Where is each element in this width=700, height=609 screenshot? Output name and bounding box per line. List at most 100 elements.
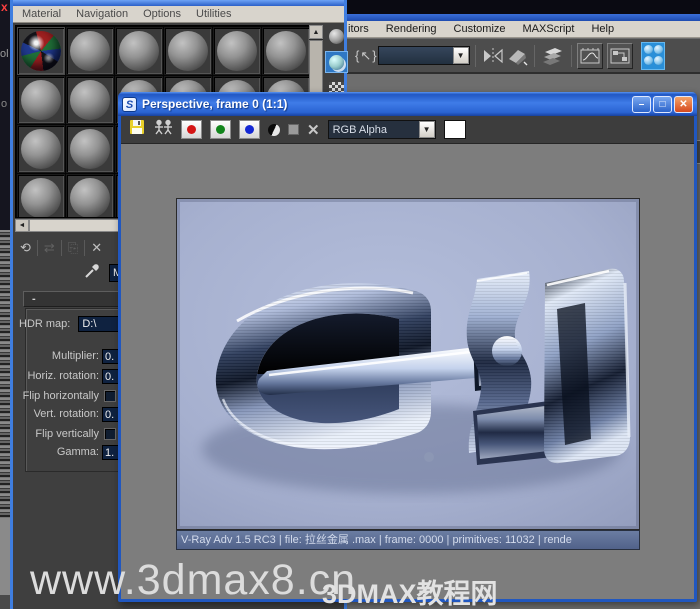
- hdr-map-label: HDR map:: [19, 318, 71, 330]
- flip-horizontally-checkbox[interactable]: [104, 390, 116, 402]
- close-button[interactable]: ✕: [674, 95, 693, 113]
- material-sample-slot[interactable]: [66, 174, 114, 217]
- render-window-title: Perspective, frame 0 (1:1): [142, 97, 288, 111]
- gray-material-sphere: [21, 178, 61, 217]
- material-sample-slot[interactable]: [17, 174, 65, 217]
- blue-channel-button[interactable]: [239, 120, 260, 139]
- minimize-button[interactable]: –: [632, 95, 651, 113]
- put-material-icon: ⇄: [43, 240, 55, 255]
- material-sample-slot[interactable]: [17, 27, 65, 75]
- layer-manager-icon[interactable]: [540, 45, 566, 67]
- sample-slot-tools: [325, 25, 349, 99]
- red-dot-icon: [187, 125, 196, 134]
- main-titlebar: [340, 0, 700, 14]
- background-color-swatch[interactable]: [443, 120, 466, 139]
- assign-material-icon: ⎘: [67, 240, 79, 255]
- background-sphere-glyph: [329, 54, 344, 70]
- toolbar-separator: [474, 44, 476, 67]
- flip-vertically-checkbox[interactable]: [104, 428, 116, 440]
- material-sample-slot[interactable]: [17, 76, 65, 124]
- named-selection-sets-icon[interactable]: {↖}: [355, 48, 378, 64]
- save-bitmap-icon[interactable]: [129, 119, 145, 140]
- window-controls: – □ ✕: [632, 95, 693, 113]
- blue-dot-icon: [245, 125, 254, 134]
- green-channel-button[interactable]: [210, 120, 231, 139]
- maximize-button[interactable]: □: [653, 95, 672, 113]
- scroll-up-icon[interactable]: ▲: [309, 25, 323, 39]
- material-sample-slot[interactable]: [66, 125, 114, 173]
- gray-material-sphere: [70, 80, 110, 120]
- toolbar-separator: [60, 240, 62, 256]
- horiz-rotation-label: Horiz. rotation:: [27, 370, 99, 382]
- menu-item-material[interactable]: Material: [22, 8, 61, 20]
- chevron-down-icon[interactable]: ▼: [452, 47, 469, 64]
- material-sample-slot[interactable]: [66, 27, 114, 75]
- gray-material-sphere: [217, 31, 257, 71]
- menu-item-help[interactable]: Help: [591, 23, 614, 35]
- menu-item-rendering[interactable]: Rendering: [386, 23, 437, 35]
- gray-material-sphere: [70, 178, 110, 217]
- material-sample-slot[interactable]: [66, 76, 114, 124]
- display-alpha-channel-icon[interactable]: [268, 123, 280, 136]
- channel-display-dropdown[interactable]: RGB Alpha ▼: [327, 120, 436, 139]
- flip-horizontally-label: Flip horizontally: [22, 390, 99, 402]
- render-window-titlebar[interactable]: S Perspective, frame 0 (1:1) – □ ✕: [118, 92, 697, 116]
- render-window-toolbar: ✕ RGB Alpha ▼: [121, 116, 694, 144]
- gray-material-sphere: [119, 31, 159, 71]
- sphere-icon: [643, 56, 653, 65]
- pick-material-eyedropper-icon[interactable]: [83, 262, 101, 285]
- material-editor-button[interactable]: [640, 41, 665, 70]
- toolbar-separator: [533, 44, 535, 67]
- menu-item-navigation[interactable]: Navigation: [76, 8, 128, 20]
- reset-map-icon[interactable]: ✕: [91, 240, 102, 256]
- sphere-icon: [653, 56, 663, 65]
- chevron-down-icon[interactable]: ▼: [418, 121, 435, 138]
- schematic-view-button[interactable]: [606, 42, 633, 69]
- green-dot-icon: [216, 125, 225, 134]
- flip-vertically-label: Flip vertically: [35, 428, 99, 440]
- main-toolbar: {↖} ▼: [340, 39, 700, 74]
- menu-item-utilities[interactable]: Utilities: [196, 8, 231, 20]
- fragment-close-x: x: [1, 0, 8, 14]
- main-menubar: itors Rendering Customize MAXScript Help: [340, 21, 700, 38]
- red-channel-button[interactable]: [181, 120, 202, 139]
- multiplier-label: Multiplier:: [51, 350, 99, 362]
- rendered-frame-window: S Perspective, frame 0 (1:1) – □ ✕ ✕ RGB…: [118, 92, 697, 602]
- material-sample-slot[interactable]: [115, 27, 163, 75]
- vert-rotation-label: Vert. rotation:: [33, 408, 99, 420]
- clone-rendered-frame-icon[interactable]: [153, 119, 173, 140]
- hdr-material-sphere: [21, 31, 61, 71]
- render-status-bar: V-Ray Adv 1.5 RC3 | file: 拉丝金属 .max | fr…: [176, 530, 640, 550]
- fragment-text: ol: [0, 48, 9, 60]
- scrollbar-thumb[interactable]: [309, 40, 323, 100]
- toolbar-separator: [570, 44, 572, 67]
- material-sample-slot[interactable]: [262, 27, 310, 75]
- sample-type-icon[interactable]: [325, 25, 348, 47]
- curve-editor-button[interactable]: [576, 42, 603, 69]
- toolbar-separator: [84, 240, 86, 256]
- sphere-icon: [653, 44, 663, 54]
- monochrome-icon[interactable]: [288, 124, 299, 135]
- gray-material-sphere: [70, 31, 110, 71]
- gray-material-sphere: [168, 31, 208, 71]
- menu-item-editors-partial[interactable]: itors: [348, 23, 369, 35]
- menu-item-maxscript[interactable]: MAXScript: [523, 23, 575, 35]
- menu-item-customize[interactable]: Customize: [454, 23, 506, 35]
- material-sample-slot[interactable]: [164, 27, 212, 75]
- material-sample-slot[interactable]: [213, 27, 261, 75]
- scroll-left-icon[interactable]: ◄: [15, 219, 29, 232]
- get-material-icon[interactable]: ⟲: [20, 240, 31, 256]
- background-toggle-icon[interactable]: [325, 51, 348, 73]
- sphere-icon: [643, 44, 653, 54]
- named-selection-dropdown[interactable]: ▼: [377, 46, 470, 65]
- gray-material-sphere: [21, 129, 61, 169]
- gray-material-sphere: [70, 129, 110, 169]
- clear-rendered-frame-icon[interactable]: ✕: [307, 121, 320, 139]
- mirror-icon[interactable]: [481, 46, 505, 66]
- align-icon[interactable]: [505, 46, 529, 66]
- menu-item-options[interactable]: Options: [143, 8, 181, 20]
- material-sample-slot[interactable]: [17, 125, 65, 173]
- 3dsmax-window-icon: S: [122, 96, 137, 112]
- rendered-image: [176, 198, 640, 530]
- gray-material-sphere: [21, 80, 61, 120]
